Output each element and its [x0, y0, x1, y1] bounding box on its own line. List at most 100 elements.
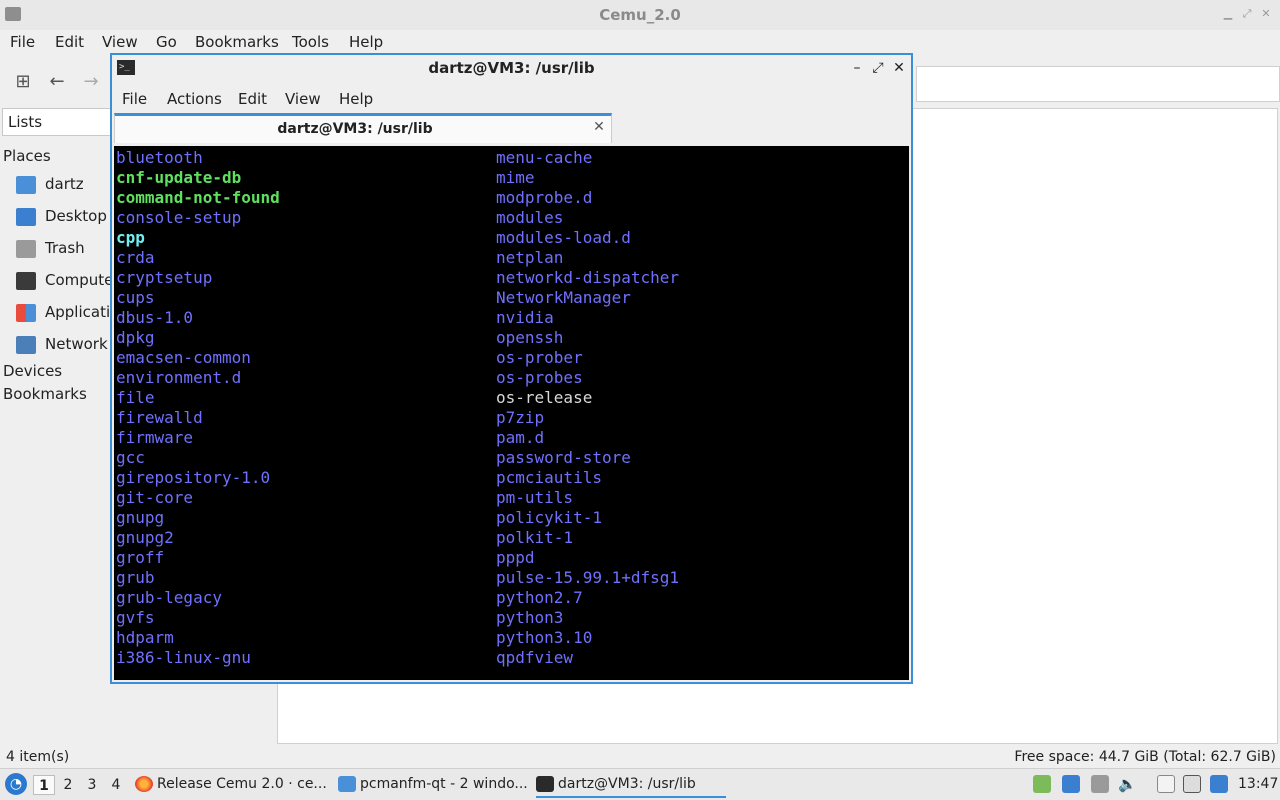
task-label: Release Cemu 2.0 · ce... — [157, 776, 327, 792]
listing-entry: qpdfview — [496, 648, 574, 667]
maximize-icon[interactable]: ⤢ — [1241, 8, 1253, 20]
fm-menu-view[interactable]: View — [102, 33, 138, 51]
desktop-icon — [16, 207, 36, 226]
listing-column-left: bluetooth cnf-update-db command-not-found c… — [116, 148, 280, 668]
listing-column-right: menu-cache mime modprobe.d modules modules-l… — [496, 148, 679, 668]
devices-header[interactable]: Devices — [3, 362, 62, 380]
fm-menu-file[interactable]: File — [10, 33, 35, 51]
place-dartz[interactable]: dartz — [16, 172, 84, 196]
listing-entry: networkd-dispatcher — [496, 268, 680, 287]
fm-menu-tools[interactable]: Tools — [292, 33, 329, 51]
terminal-tab[interactable]: dartz@VM3: /usr/lib ✕ — [114, 113, 612, 143]
free-space-status: Free space: 44.7 GiB (Total: 62.7 GiB) — [1014, 749, 1276, 765]
task-terminal[interactable]: dartz@VM3: /usr/lib — [536, 770, 726, 798]
tray-app-icon[interactable] — [1033, 775, 1051, 793]
listing-entry: gvfs — [116, 608, 155, 627]
listing-entry: dpkg — [116, 328, 155, 347]
back-arrow-icon[interactable]: ← — [47, 72, 67, 92]
listing-entry: dbus-1.0 — [116, 308, 194, 327]
term-menu-view[interactable]: View — [285, 90, 321, 108]
storage-icon[interactable] — [1091, 775, 1109, 793]
place-network[interactable]: Network — [16, 332, 108, 356]
trash-icon — [16, 239, 36, 258]
place-label: Network — [45, 335, 108, 353]
terminal-window[interactable]: >_ dartz@VM3: /usr/lib – ⤢ ✕ File Action… — [110, 53, 913, 684]
listing-entry: os-prober — [496, 348, 583, 367]
place-computer[interactable]: Computer — [16, 268, 120, 292]
listing-entry: firewalld — [116, 408, 203, 427]
listing-entry: polkit-1 — [496, 528, 574, 547]
listing-entry: pcmciautils — [496, 468, 602, 487]
task-firefox[interactable]: Release Cemu 2.0 · ce... — [135, 770, 330, 798]
listing-entry: gnupg — [116, 508, 165, 527]
listing-entry: grub-legacy — [116, 588, 222, 607]
listing-entry: bluetooth — [116, 148, 203, 167]
close-icon[interactable]: ✕ — [1260, 8, 1272, 20]
fm-menu-go[interactable]: Go — [156, 33, 177, 51]
listing-entry: emacsen-common — [116, 348, 251, 367]
minimize-icon[interactable]: ▁ — [1222, 8, 1234, 20]
terminal-menubar — [112, 83, 911, 111]
listing-entry: girepository-1.0 — [116, 468, 271, 487]
task-pcmanfm[interactable]: pcmanfm-qt - 2 windo... — [338, 770, 530, 798]
notification-icon[interactable] — [1210, 775, 1228, 793]
maximize-icon[interactable]: ⤢ — [870, 60, 886, 76]
fm-menu-help[interactable]: Help — [349, 33, 383, 51]
listing-entry: crda — [116, 248, 155, 267]
tab-close-icon[interactable]: ✕ — [591, 119, 607, 137]
forward-arrow-icon[interactable]: → — [81, 72, 101, 92]
listing-entry: netplan — [496, 248, 564, 267]
listing-entry: menu-cache — [496, 148, 593, 167]
term-menu-file[interactable]: File — [122, 90, 147, 108]
desktop-switch-1[interactable]: 1 — [33, 775, 55, 795]
tab-label: dartz@VM3: /usr/lib — [277, 121, 433, 137]
place-desktop[interactable]: Desktop — [16, 204, 107, 228]
listing-entry: mime — [496, 168, 535, 187]
listing-entry: command-not-found — [116, 188, 280, 207]
show-desktop-icon[interactable] — [1062, 775, 1080, 793]
network-tray-icon[interactable] — [1183, 775, 1201, 793]
listing-entry: NetworkManager — [496, 288, 631, 307]
listing-entry: grub — [116, 568, 155, 587]
close-icon[interactable]: ✕ — [891, 60, 907, 76]
listing-entry: cnf-update-db — [116, 168, 242, 187]
listing-entry: hdparm — [116, 628, 174, 647]
fm-menu-bookmarks[interactable]: Bookmarks — [195, 33, 279, 51]
new-window-icon[interactable]: ⊞ — [13, 72, 33, 92]
listing-entry: pulse-15.99.1+dfsg1 — [496, 568, 680, 587]
home-folder-icon — [16, 175, 36, 194]
listing-entry: nvidia — [496, 308, 554, 327]
place-label: Desktop — [45, 207, 107, 225]
term-menu-actions[interactable]: Actions — [167, 90, 222, 108]
listing-entry: python2.7 — [496, 588, 583, 607]
desktop-switch-3[interactable]: 3 — [81, 775, 103, 795]
listing-entry: file — [116, 388, 155, 407]
listing-entry: python3.10 — [496, 628, 593, 647]
listing-entry: modules-load.d — [496, 228, 631, 247]
listing-entry: cryptsetup — [116, 268, 213, 287]
place-trash[interactable]: Trash — [16, 236, 85, 260]
file-manager-title: Cemu_2.0 — [599, 6, 681, 24]
listing-entry: pam.d — [496, 428, 545, 447]
clipboard-icon[interactable] — [1157, 775, 1175, 793]
desktop-switch-4[interactable]: 4 — [105, 775, 127, 795]
side-pane-mode-select[interactable]: Lists — [2, 108, 112, 136]
listing-entry: python3 — [496, 608, 564, 627]
fm-menu-edit[interactable]: Edit — [55, 33, 84, 51]
volume-icon[interactable]: 🔈 — [1118, 775, 1137, 793]
path-bar[interactable] — [916, 66, 1280, 102]
bookmarks-header[interactable]: Bookmarks — [3, 385, 87, 403]
terminal-output[interactable]: bluetooth cnf-update-db command-not-found c… — [114, 146, 909, 680]
listing-entry: p7zip — [496, 408, 545, 427]
item-count-status: 4 item(s) — [6, 749, 70, 765]
term-menu-help[interactable]: Help — [339, 90, 373, 108]
computer-icon — [16, 271, 36, 290]
desktop-switch-2[interactable]: 2 — [57, 775, 79, 795]
listing-entry: console-setup — [116, 208, 242, 227]
places-header[interactable]: Places — [3, 147, 51, 165]
start-menu-button[interactable]: ◔ — [5, 773, 27, 795]
term-menu-edit[interactable]: Edit — [238, 90, 267, 108]
clock: 13:47 — [1238, 776, 1279, 792]
minimize-icon[interactable]: – — [849, 60, 865, 76]
folder-icon — [338, 776, 356, 792]
